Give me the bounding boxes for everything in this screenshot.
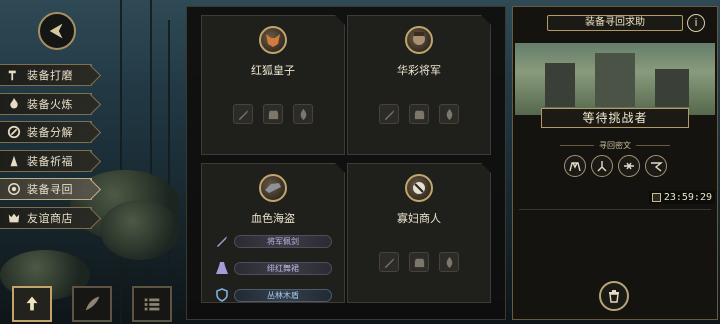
armor-icon bbox=[267, 108, 280, 121]
list-icon bbox=[144, 298, 160, 311]
armor-slot[interactable] bbox=[409, 104, 429, 124]
dress-icon bbox=[214, 260, 230, 276]
armor-icon bbox=[413, 256, 426, 269]
back-button[interactable] bbox=[38, 12, 76, 50]
rune-cross-icon bbox=[623, 162, 634, 170]
list-button[interactable] bbox=[132, 286, 172, 322]
menu-item-label: 装备分解 bbox=[27, 126, 73, 139]
equipment-list: 将军佩剑 绯红舞裙 丛林木盾 bbox=[214, 232, 332, 313]
gear-slots bbox=[202, 104, 344, 124]
character-name: 华彩将军 bbox=[397, 64, 441, 77]
gear-slots bbox=[348, 104, 490, 124]
armor-slot[interactable] bbox=[409, 252, 429, 272]
menu-item-label: 友谊商店 bbox=[27, 211, 73, 225]
character-name: 红狐皇子 bbox=[251, 64, 295, 77]
menu-item-decompose[interactable]: 装备分解 bbox=[0, 121, 92, 143]
timer-value: 23:59:29 bbox=[663, 192, 712, 203]
menu-item-label: 装备祈福 bbox=[27, 154, 73, 168]
feather-icon bbox=[85, 296, 100, 311]
rune-arch-icon bbox=[568, 162, 581, 172]
menu-item-pray[interactable]: 装备祈福 bbox=[0, 149, 92, 172]
flame-icon bbox=[6, 96, 22, 112]
cipher-runes bbox=[513, 155, 717, 177]
sword-icon bbox=[383, 108, 396, 121]
cipher-heading: 寻回密文 bbox=[513, 140, 717, 151]
shield-icon bbox=[214, 287, 230, 303]
character-name: 血色海盗 bbox=[251, 212, 295, 225]
equipment-name: 丛林木盾 bbox=[234, 289, 332, 302]
character-slot-fox-prince[interactable]: 红狐皇子 bbox=[201, 15, 345, 155]
equipment-menu: 装备打磨 装备火炼 装备分解 装备祈福 装备寻回 友谊商店 bbox=[0, 64, 100, 235]
countdown-timer: 23:59:29 bbox=[648, 191, 715, 204]
character-slot-pirate[interactable]: 血色海盗 将军佩剑 绯红舞裙 丛林木盾 bbox=[201, 163, 345, 303]
help-button[interactable]: i bbox=[687, 14, 705, 32]
menu-item-label: 装备火炼 bbox=[27, 97, 73, 111]
accessory-slot[interactable] bbox=[293, 104, 313, 124]
bottom-toolbar bbox=[12, 286, 172, 322]
armor-slot[interactable] bbox=[263, 104, 283, 124]
equipment-item[interactable]: 绯红舞裙 bbox=[214, 259, 332, 277]
sword-icon bbox=[214, 233, 230, 249]
rune-2[interactable] bbox=[590, 155, 613, 177]
rune-3[interactable] bbox=[617, 155, 640, 177]
challenger-status: 等待挑战者 bbox=[541, 108, 689, 128]
drop-icon bbox=[443, 108, 456, 121]
weapon-slot[interactable] bbox=[233, 104, 253, 124]
upload-button[interactable] bbox=[12, 286, 52, 322]
weapon-slot[interactable] bbox=[379, 252, 399, 272]
trash-button[interactable] bbox=[599, 281, 629, 311]
equipment-name: 将军佩剑 bbox=[234, 235, 332, 248]
sword-icon bbox=[383, 256, 396, 269]
retrieve-help-panel: 装备寻回求助 i 等待挑战者 寻回密文 23:59:29 bbox=[512, 6, 718, 320]
gear-slots bbox=[348, 252, 490, 272]
village-illustration bbox=[515, 43, 715, 115]
character-name: 寡妇商人 bbox=[397, 212, 441, 225]
accessory-slot[interactable] bbox=[439, 252, 459, 272]
menu-item-retrieve[interactable]: 装备寻回 bbox=[0, 178, 92, 200]
drop-icon bbox=[297, 108, 310, 121]
shop-icon bbox=[6, 210, 22, 226]
panel-title: 装备寻回求助 bbox=[547, 15, 683, 31]
menu-item-label: 装备打磨 bbox=[27, 69, 73, 82]
trash-icon bbox=[609, 290, 619, 303]
lock-icon bbox=[651, 193, 661, 202]
character-slot-general[interactable]: 华彩将军 bbox=[347, 15, 491, 155]
menu-item-forge[interactable]: 装备火炼 bbox=[0, 92, 92, 115]
armor-icon bbox=[413, 108, 426, 121]
hammer-icon bbox=[6, 67, 22, 83]
menu-item-shop[interactable]: 友谊商店 bbox=[0, 206, 92, 229]
rune-wave-icon bbox=[650, 162, 663, 172]
upload-icon bbox=[26, 296, 38, 311]
rune-fork-icon bbox=[597, 161, 606, 172]
decompose-icon bbox=[6, 124, 22, 140]
widow-merchant-portrait bbox=[405, 174, 433, 202]
accessory-slot[interactable] bbox=[439, 104, 459, 124]
retrieve-icon bbox=[6, 181, 22, 197]
back-arrow-icon bbox=[49, 23, 63, 39]
fox-prince-portrait bbox=[259, 26, 287, 54]
equipment-item[interactable]: 将军佩剑 bbox=[214, 232, 332, 250]
rune-4[interactable] bbox=[644, 155, 667, 177]
menu-item-polish[interactable]: 装备打磨 bbox=[0, 64, 92, 86]
pray-icon bbox=[6, 153, 22, 169]
menu-item-label: 装备寻回 bbox=[27, 183, 73, 196]
sword-icon bbox=[237, 108, 250, 121]
weapon-slot[interactable] bbox=[379, 104, 399, 124]
drop-icon bbox=[443, 256, 456, 269]
equipment-name: 绯红舞裙 bbox=[234, 262, 332, 275]
equipment-item[interactable]: 丛林木盾 bbox=[214, 286, 332, 304]
divider bbox=[519, 209, 711, 210]
rune-1[interactable] bbox=[563, 155, 586, 177]
character-grid: 红狐皇子 华彩将军 血色海盗 将军佩剑 绯红舞裙 丛林木盾 寡妇商人 bbox=[186, 6, 506, 320]
character-slot-widow-merchant[interactable]: 寡妇商人 bbox=[347, 163, 491, 303]
feather-button[interactable] bbox=[72, 286, 112, 322]
pirate-portrait bbox=[259, 174, 287, 202]
general-portrait bbox=[405, 26, 433, 54]
